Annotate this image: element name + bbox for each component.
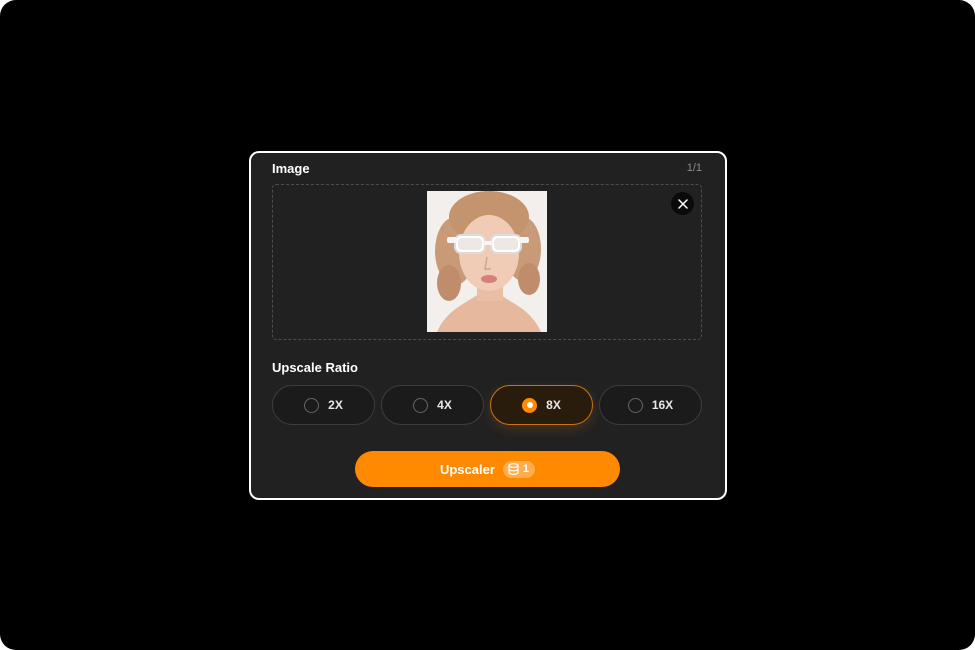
credit-cost-value: 1 bbox=[522, 463, 530, 475]
ratio-option-label: 8X bbox=[546, 398, 561, 412]
upscale-ratio-options: 2X 4X 8X 16X bbox=[272, 385, 703, 425]
uploaded-image-thumbnail bbox=[427, 191, 547, 332]
portrait-photo bbox=[427, 191, 547, 332]
radio-icon bbox=[413, 397, 429, 413]
upscaler-button[interactable]: Upscaler 1 bbox=[355, 451, 620, 487]
upscaler-panel: Image 1/1 Upscale Ratio 2X 4X 8X 16X Ups… bbox=[249, 151, 727, 500]
remove-image-button[interactable] bbox=[671, 192, 694, 215]
credit-cost-badge: 1 bbox=[502, 460, 536, 478]
ratio-option-2x[interactable]: 2X bbox=[272, 385, 375, 425]
close-icon bbox=[677, 198, 688, 209]
image-section-title: Image bbox=[272, 161, 310, 176]
radio-icon bbox=[304, 397, 320, 413]
coin-stack-icon bbox=[508, 463, 519, 475]
ratio-option-label: 2X bbox=[328, 398, 343, 412]
ratio-option-label: 16X bbox=[651, 398, 674, 412]
upscale-ratio-title: Upscale Ratio bbox=[272, 360, 358, 375]
ratio-option-8x[interactable]: 8X bbox=[490, 385, 593, 425]
radio-icon bbox=[627, 397, 643, 413]
radio-selected-icon bbox=[522, 397, 538, 413]
image-dropzone[interactable] bbox=[272, 184, 702, 340]
app-screen: Image 1/1 Upscale Ratio 2X 4X 8X 16X Ups… bbox=[0, 0, 975, 650]
ratio-option-label: 4X bbox=[437, 398, 452, 412]
ratio-option-4x[interactable]: 4X bbox=[381, 385, 484, 425]
upscaler-button-label: Upscaler bbox=[439, 461, 495, 477]
ratio-option-16x[interactable]: 16X bbox=[599, 385, 702, 425]
image-count: 1/1 bbox=[686, 162, 702, 174]
